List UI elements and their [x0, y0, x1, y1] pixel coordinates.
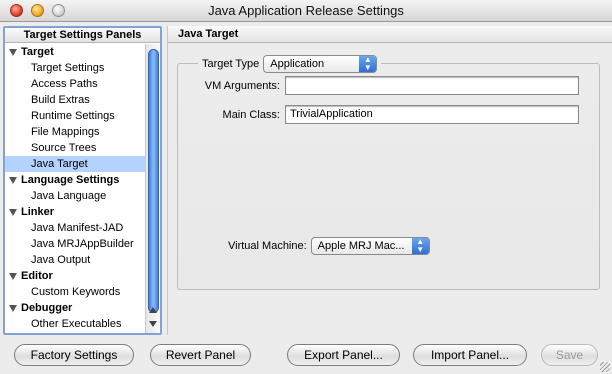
tree-item[interactable]: Custom Keywords — [5, 284, 146, 300]
tree-category[interactable]: Editor — [5, 268, 146, 284]
scroll-down-arrow-icon[interactable] — [149, 321, 157, 327]
tree-label: Target — [21, 46, 54, 58]
settings-tree: Target Target Settings Access Paths Build E… — [5, 44, 146, 333]
tree-category[interactable]: Linker — [5, 204, 146, 220]
tree-item[interactable]: Access Paths — [5, 76, 146, 92]
window-title: Java Application Release Settings — [208, 3, 404, 18]
tree-item[interactable]: Source Trees — [5, 140, 146, 156]
virtual-machine-row: Virtual Machine: Apple MRJ Mac... ▲ ▼ — [228, 237, 430, 255]
tree-item[interactable]: Java Target — [5, 156, 146, 172]
main-class-row: Main Class: TrivialApplication — [168, 105, 579, 124]
save-button[interactable]: Save — [541, 344, 598, 366]
disclosure-triangle-icon[interactable] — [9, 273, 17, 280]
tree-label: Custom Keywords — [31, 286, 121, 298]
vm-args-field[interactable] — [285, 76, 579, 95]
revert-panel-button[interactable]: Revert Panel — [150, 344, 251, 366]
panel-title: Java Target — [167, 26, 612, 43]
tree-label: Debugger — [21, 302, 73, 314]
target-type-label: Target Type — [202, 58, 260, 70]
tree-item[interactable]: Java Output — [5, 252, 146, 268]
disclosure-triangle-icon[interactable] — [9, 305, 17, 312]
target-type-value: Application — [270, 58, 325, 70]
target-groupbox — [177, 63, 600, 290]
scroll-thumb[interactable] — [148, 49, 159, 313]
tree-label: Access Paths — [31, 78, 98, 90]
updown-arrows-icon: ▲ ▼ — [411, 238, 429, 254]
title-bar: Java Application Release Settings — [0, 0, 612, 22]
tree-label: Java Manifest-JAD — [31, 222, 124, 234]
settings-panels-sidebar: Target Settings Panels Target Target Sett… — [3, 26, 162, 335]
vm-args-label: VM Arguments: — [204, 79, 280, 92]
main-class-label: Main Class: — [222, 108, 280, 121]
tree-category[interactable]: Language Settings — [5, 172, 146, 188]
main-class-field[interactable]: TrivialApplication — [285, 105, 579, 124]
updown-arrows-icon: ▲ ▼ — [359, 56, 377, 72]
tree-label: Runtime Settings — [31, 110, 115, 122]
sidebar-scrollbar[interactable] — [145, 44, 160, 333]
vm-args-row: VM Arguments: — [168, 76, 579, 95]
tree-item[interactable]: Java Manifest-JAD — [5, 220, 146, 236]
tree-label: Java Output — [31, 254, 91, 266]
tree-item[interactable]: Debugger Settings — [5, 332, 146, 333]
tree-item[interactable]: Other Executables — [5, 316, 146, 332]
target-type-row: Target Type Application ▲ ▼ — [198, 54, 382, 74]
disclosure-triangle-icon[interactable] — [9, 49, 17, 56]
target-type-select[interactable]: Application ▲ ▼ — [263, 55, 378, 73]
scroll-up-arrow-icon[interactable] — [149, 307, 157, 313]
tree-label: Target Settings — [31, 62, 105, 74]
tree-label: Editor — [21, 270, 53, 282]
factory-settings-button[interactable]: Factory Settings — [14, 344, 134, 366]
tree-category[interactable]: Target — [5, 44, 146, 60]
tree-label: Language Settings — [21, 174, 120, 186]
tree-label: File Mappings — [31, 126, 100, 138]
tree-label: Java MRJAppBuilder — [31, 238, 134, 250]
tree-label: Linker — [21, 206, 55, 218]
tree-item[interactable]: Target Settings — [5, 60, 146, 76]
tree-label: Other Executables — [31, 318, 122, 330]
tree-item[interactable]: File Mappings — [5, 124, 146, 140]
tree-label: Java Target — [31, 158, 88, 170]
tree-item[interactable]: Build Extras — [5, 92, 146, 108]
disclosure-triangle-icon[interactable] — [9, 177, 17, 184]
sidebar-header: Target Settings Panels — [5, 28, 160, 43]
virtual-machine-select[interactable]: Apple MRJ Mac... ▲ ▼ — [310, 237, 430, 255]
settings-window: Java Application Release Settings Target… — [0, 0, 612, 374]
tree-item[interactable]: Java Language — [5, 188, 146, 204]
import-panel-button[interactable]: Import Panel... — [413, 344, 527, 366]
tree-category[interactable]: Debugger — [5, 300, 146, 316]
tree-label: Source Trees — [31, 142, 97, 154]
tree-item[interactable]: Java MRJAppBuilder — [5, 236, 146, 252]
disclosure-triangle-icon[interactable] — [9, 209, 17, 216]
resize-grip-icon[interactable] — [600, 362, 610, 372]
export-panel-button[interactable]: Export Panel... — [287, 344, 400, 366]
virtual-machine-value: Apple MRJ Mac... — [317, 240, 405, 252]
tree-item[interactable]: Runtime Settings — [5, 108, 146, 124]
virtual-machine-label: Virtual Machine: — [228, 240, 307, 252]
java-target-panel: Target Type Application ▲ ▼ VM Arguments:… — [167, 43, 612, 335]
tree-label: Java Language — [31, 190, 107, 202]
tree-label: Build Extras — [31, 94, 90, 106]
